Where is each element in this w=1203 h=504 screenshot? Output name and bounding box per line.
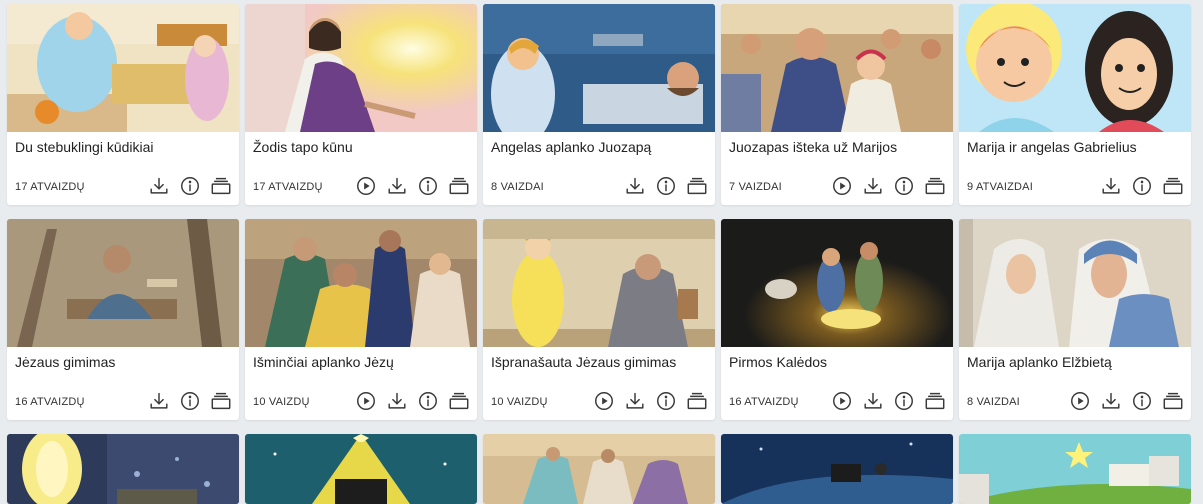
story-thumbnail[interactable] (959, 4, 1191, 132)
card-actions (147, 173, 233, 199)
play-circle-icon[interactable] (830, 389, 854, 413)
image-count: 8 VAIZDAI (491, 181, 544, 193)
card-actions (354, 173, 471, 199)
story-title[interactable]: Juozapas išteka už Marijos (729, 139, 949, 155)
add-to-collection-icon[interactable] (923, 389, 947, 413)
story-title[interactable]: Du stebuklingi kūdikiai (15, 139, 235, 155)
download-icon[interactable] (623, 174, 647, 198)
info-icon[interactable] (178, 174, 202, 198)
story-card[interactable]: Žodis tapo kūnu 17 ATVAIZDŲ (245, 4, 477, 205)
play-circle-icon[interactable] (354, 174, 378, 198)
story-title[interactable]: Išpranašauta Jėzaus gimimas (491, 354, 711, 370)
story-title[interactable]: Jėzaus gimimas (15, 354, 235, 370)
image-count: 8 VAIZDAI (967, 396, 1020, 408)
card-actions (830, 173, 947, 199)
add-to-collection-icon[interactable] (923, 174, 947, 198)
download-icon[interactable] (861, 174, 885, 198)
card-actions (1068, 388, 1185, 414)
download-icon[interactable] (385, 389, 409, 413)
play-circle-icon[interactable] (354, 389, 378, 413)
story-card[interactable] (7, 434, 239, 504)
story-card[interactable]: Du stebuklingi kūdikiai 17 ATVAIZDŲ (7, 4, 239, 205)
story-thumbnail[interactable] (7, 4, 239, 132)
story-card[interactable]: Išminčiai aplanko Jėzų 10 VAIZDŲ (245, 219, 477, 420)
card-actions (354, 388, 471, 414)
image-count: 17 ATVAIZDŲ (15, 181, 85, 193)
add-to-collection-icon[interactable] (685, 174, 709, 198)
story-card[interactable]: Marija aplanko Elžbietą 8 VAIZDAI (959, 219, 1191, 420)
image-count: 7 VAIZDAI (729, 181, 782, 193)
story-title[interactable]: Išminčiai aplanko Jėzų (253, 354, 473, 370)
add-to-collection-icon[interactable] (447, 389, 471, 413)
download-icon[interactable] (1099, 174, 1123, 198)
download-icon[interactable] (861, 389, 885, 413)
add-to-collection-icon[interactable] (1161, 174, 1185, 198)
story-title[interactable]: Angelas aplanko Juozapą (491, 139, 711, 155)
story-title[interactable]: Marija ir angelas Gabrielius (967, 139, 1187, 155)
download-icon[interactable] (623, 389, 647, 413)
info-icon[interactable] (416, 174, 440, 198)
story-thumbnail[interactable] (721, 219, 953, 347)
add-to-collection-icon[interactable] (685, 389, 709, 413)
story-title[interactable]: Žodis tapo kūnu (253, 139, 473, 155)
story-card[interactable]: Marija ir angelas Gabrielius 9 ATVAIZDAI (959, 4, 1191, 205)
story-card[interactable]: Pirmos Kalėdos 16 ATVAIZDŲ (721, 219, 953, 420)
story-title[interactable]: Marija aplanko Elžbietą (967, 354, 1187, 370)
info-icon[interactable] (654, 389, 678, 413)
card-actions (1099, 173, 1185, 199)
download-icon[interactable] (147, 389, 171, 413)
story-thumbnail[interactable] (959, 434, 1191, 504)
story-card[interactable] (483, 434, 715, 504)
card-actions (623, 173, 709, 199)
story-grid: Du stebuklingi kūdikiai 17 ATVAIZDŲ Žodi… (0, 0, 1203, 504)
info-icon[interactable] (654, 174, 678, 198)
add-to-collection-icon[interactable] (209, 389, 233, 413)
image-count: 10 VAIZDŲ (253, 396, 310, 408)
card-actions (147, 388, 233, 414)
image-count: 10 VAIZDŲ (491, 396, 548, 408)
story-thumbnail[interactable] (245, 219, 477, 347)
info-icon[interactable] (178, 389, 202, 413)
story-thumbnail[interactable] (721, 434, 953, 504)
info-icon[interactable] (416, 389, 440, 413)
image-count: 9 ATVAIZDAI (967, 181, 1033, 193)
add-to-collection-icon[interactable] (209, 174, 233, 198)
download-icon[interactable] (1099, 389, 1123, 413)
add-to-collection-icon[interactable] (447, 174, 471, 198)
info-icon[interactable] (892, 389, 916, 413)
story-thumbnail[interactable] (245, 4, 477, 132)
info-icon[interactable] (1130, 174, 1154, 198)
info-icon[interactable] (1130, 389, 1154, 413)
story-card[interactable] (959, 434, 1191, 504)
story-thumbnail[interactable] (483, 4, 715, 132)
card-actions (830, 388, 947, 414)
story-thumbnail[interactable] (245, 434, 477, 504)
download-icon[interactable] (147, 174, 171, 198)
card-actions (592, 388, 709, 414)
story-thumbnail[interactable] (483, 219, 715, 347)
story-thumbnail[interactable] (483, 434, 715, 504)
story-card[interactable] (245, 434, 477, 504)
story-thumbnail[interactable] (959, 219, 1191, 347)
download-icon[interactable] (385, 174, 409, 198)
add-to-collection-icon[interactable] (1161, 389, 1185, 413)
info-icon[interactable] (892, 174, 916, 198)
image-count: 17 ATVAIZDŲ (253, 181, 323, 193)
story-thumbnail[interactable] (7, 434, 239, 504)
story-card[interactable]: Išpranašauta Jėzaus gimimas 10 VAIZDŲ (483, 219, 715, 420)
story-thumbnail[interactable] (7, 219, 239, 347)
story-card[interactable] (721, 434, 953, 504)
story-thumbnail[interactable] (721, 4, 953, 132)
story-card[interactable]: Juozapas išteka už Marijos 7 VAIZDAI (721, 4, 953, 205)
image-count: 16 ATVAIZDŲ (729, 396, 799, 408)
story-title[interactable]: Pirmos Kalėdos (729, 354, 949, 370)
image-count: 16 ATVAIZDŲ (15, 396, 85, 408)
play-circle-icon[interactable] (1068, 389, 1092, 413)
play-circle-icon[interactable] (830, 174, 854, 198)
story-card[interactable]: Jėzaus gimimas 16 ATVAIZDŲ (7, 219, 239, 420)
story-card[interactable]: Angelas aplanko Juozapą 8 VAIZDAI (483, 4, 715, 205)
play-circle-icon[interactable] (592, 389, 616, 413)
